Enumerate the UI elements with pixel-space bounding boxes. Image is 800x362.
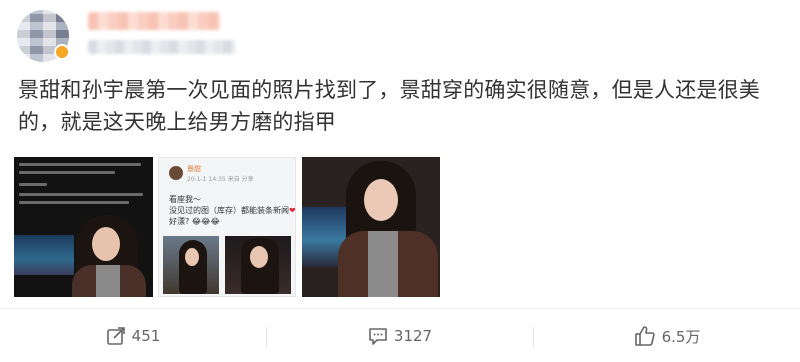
thumbs-up-icon [634,325,656,347]
post-image-2[interactable]: 景甜 20-1-1 14:35 来自 分享 看座我～ 没见过的图（库存）都能装条… [158,157,296,297]
post-header [0,0,800,70]
embedded-meta: 20-1-1 14:35 来自 分享 [187,176,254,183]
image-text-line [19,183,47,186]
embedded-line-2: 没见过的图（库存）都能装条新闻❤ [169,206,296,215]
heart-icon: ❤ [289,206,296,215]
like-button[interactable]: 6.5万 [534,309,800,362]
city-night-view [14,235,74,275]
repost-count: 451 [131,327,161,345]
face [185,248,199,266]
embedded-avatar [169,166,183,180]
repost-button[interactable]: 451 [0,309,266,362]
embedded-author: 景甜 [187,165,201,173]
like-count: 6.5万 [661,327,701,346]
post-text: 景甜和孙宇晨第一次见面的照片找到了，景甜穿的确实很随意，但是人还是很美的，就是这… [18,78,760,134]
action-bar: 451 3127 6.5万 [0,308,800,362]
shirt [368,231,398,297]
embedded-photo-1 [163,236,219,294]
post-image-1[interactable] [14,157,153,297]
verified-badge-icon [54,44,70,60]
image-text-line [19,163,141,166]
comment-icon [368,326,388,346]
image-text-line [19,193,143,196]
repost-icon [106,326,126,346]
embedded-line-3: 好漂? 😂😂😂 [169,217,220,226]
comment-count: 3127 [393,327,433,345]
face [364,179,398,221]
embedded-photo-2 [225,236,291,294]
comment-button[interactable]: 3127 [267,309,533,362]
face [250,246,268,268]
face [92,227,120,261]
image-text-line [19,171,115,174]
post-image-3[interactable] [302,157,440,297]
post-meta-blurred [88,40,236,54]
embedded-line-1: 看座我～ [169,195,201,204]
shirt [96,265,120,297]
username-blurred[interactable] [88,12,220,30]
image-text-line [19,201,129,204]
